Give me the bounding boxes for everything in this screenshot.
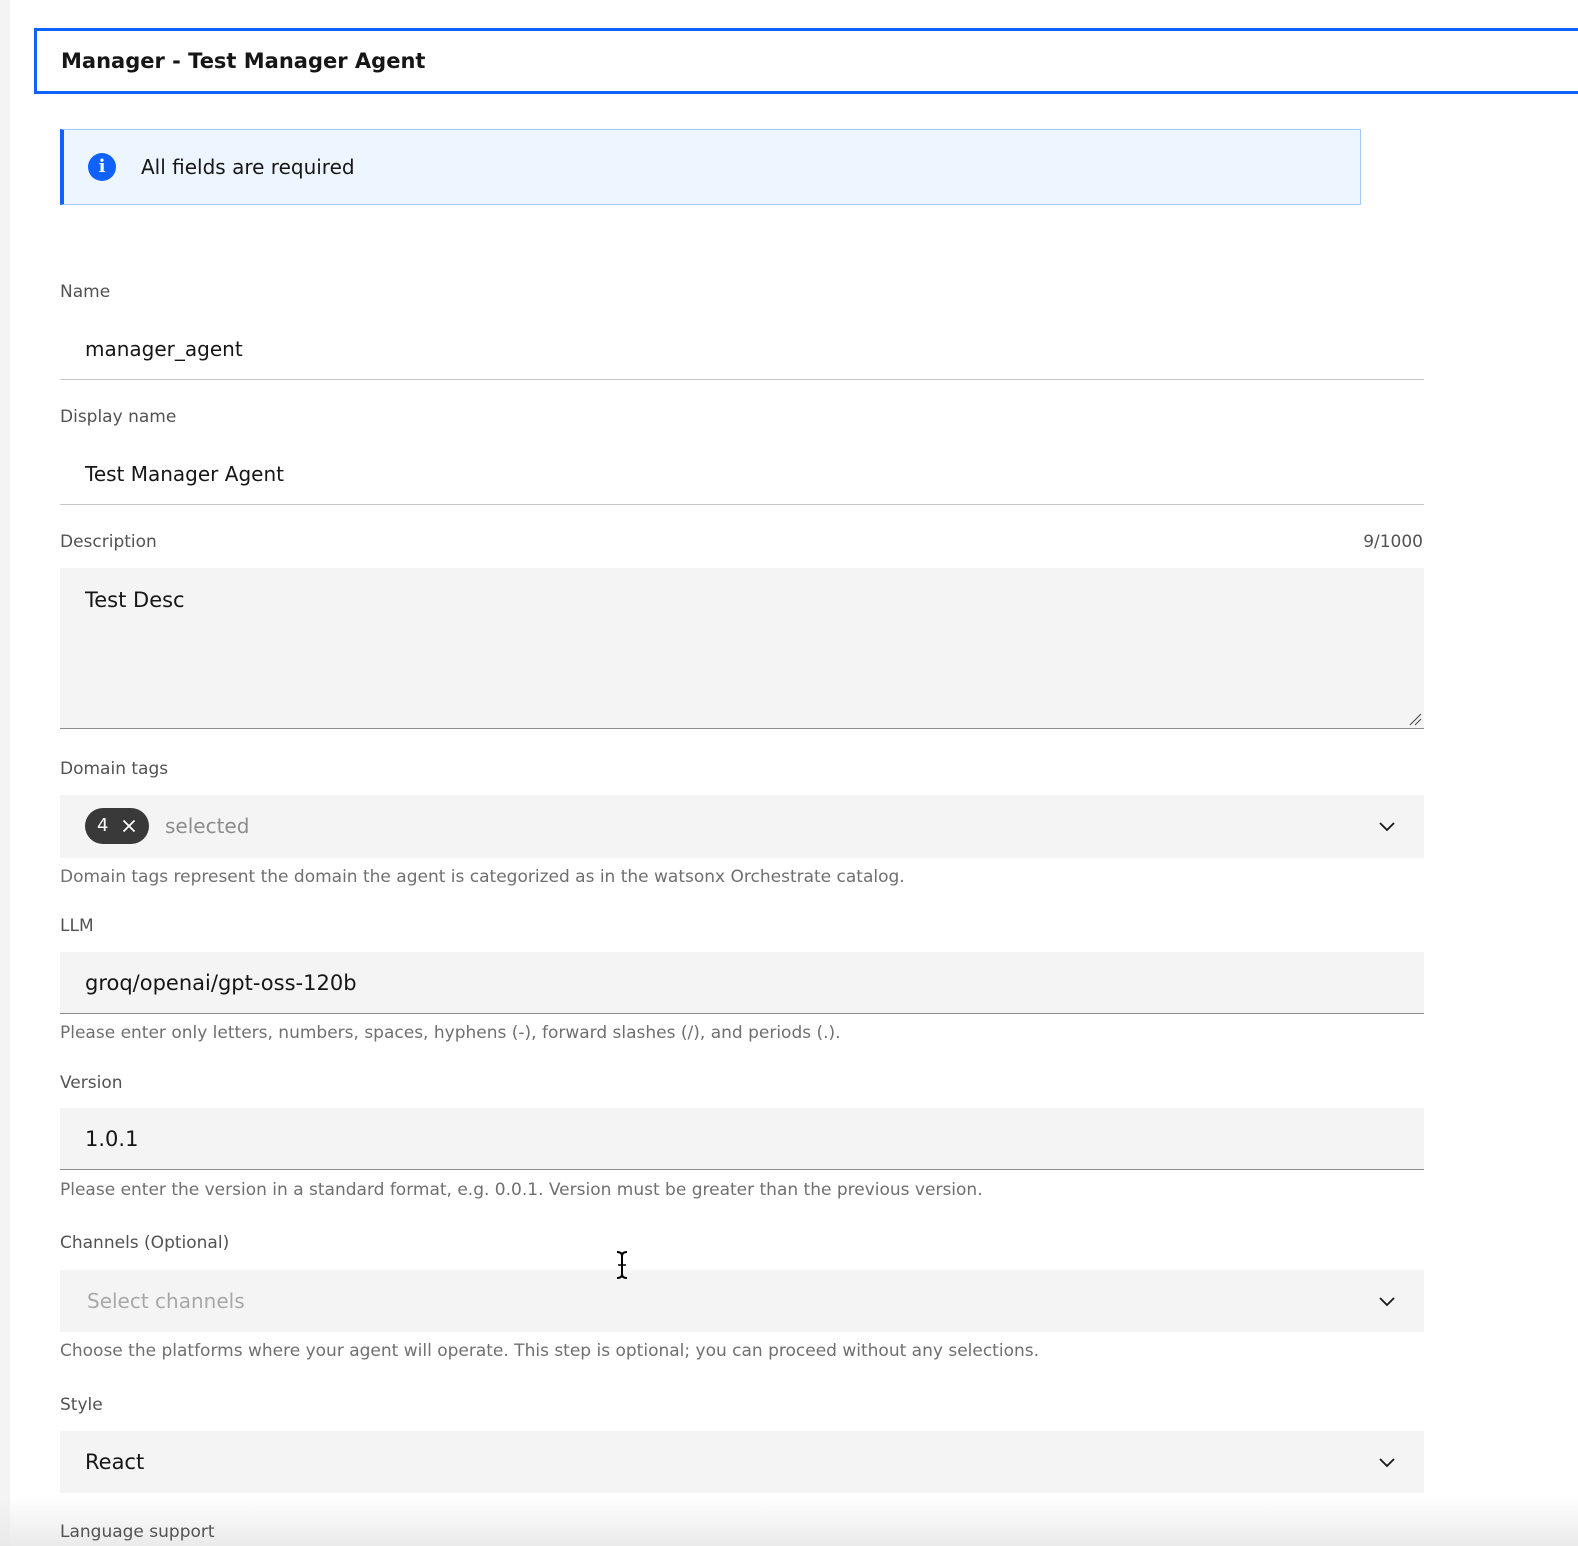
channels-helper-text: Choose the platforms where your agent wi… <box>60 1341 1040 1361</box>
text-cursor-icon <box>616 1251 628 1279</box>
clear-selection-icon[interactable] <box>122 819 136 833</box>
description-label: Description <box>60 532 157 552</box>
name-field[interactable]: manager_agent <box>60 318 1424 380</box>
llm-label: LLM <box>60 916 94 936</box>
domain-tags-multiselect[interactable]: 4 selected <box>60 795 1424 858</box>
chevron-down-icon[interactable] <box>1377 1452 1397 1472</box>
domain-tags-label: Domain tags <box>60 759 169 779</box>
style-dropdown[interactable]: React <box>60 1431 1424 1493</box>
display-name-value: Test Manager Agent <box>85 462 284 486</box>
llm-input[interactable]: groq/openai/gpt-oss-120b <box>60 952 1424 1014</box>
version-label: Version <box>60 1073 123 1093</box>
name-value: manager_agent <box>85 337 243 361</box>
selected-tags-pill: 4 <box>85 808 149 844</box>
version-input[interactable]: 1.0.1 <box>60 1108 1424 1170</box>
description-char-counter: 9/1000 <box>1363 532 1423 552</box>
channels-dropdown[interactable]: Select channels <box>60 1270 1424 1332</box>
description-textarea[interactable]: Test Desc <box>60 568 1424 729</box>
display-name-label: Display name <box>60 407 177 427</box>
bottom-fade <box>0 1496 1578 1546</box>
style-label: Style <box>60 1395 103 1415</box>
left-edge-strip <box>0 0 10 1546</box>
chevron-down-icon[interactable] <box>1377 1291 1397 1311</box>
notice-text: All fields are required <box>141 155 355 179</box>
page-title: Manager - Test Manager Agent <box>61 49 426 73</box>
version-value: 1.0.1 <box>85 1127 139 1151</box>
info-icon: i <box>88 153 116 181</box>
display-name-field[interactable]: Test Manager Agent <box>60 443 1424 505</box>
agent-title-bar[interactable]: Manager - Test Manager Agent <box>34 28 1578 94</box>
domain-tags-helper-text: Domain tags represent the domain the age… <box>60 867 905 887</box>
selected-text: selected <box>165 814 250 838</box>
language-support-label: Language support <box>60 1522 215 1542</box>
llm-helper-text: Please enter only letters, numbers, spac… <box>60 1023 841 1043</box>
version-helper-text: Please enter the version in a standard f… <box>60 1180 983 1200</box>
chevron-down-icon[interactable] <box>1377 816 1397 836</box>
llm-value: groq/openai/gpt-oss-120b <box>85 971 357 995</box>
channels-label: Channels (Optional) <box>60 1233 230 1253</box>
name-label: Name <box>60 282 111 302</box>
selected-tags-count: 4 <box>97 815 109 836</box>
required-fields-notice: i All fields are required <box>60 129 1361 205</box>
description-value: Test Desc <box>85 588 185 612</box>
resize-handle-icon[interactable] <box>1408 712 1422 726</box>
style-value: React <box>85 1450 145 1474</box>
channels-placeholder: Select channels <box>87 1289 245 1313</box>
